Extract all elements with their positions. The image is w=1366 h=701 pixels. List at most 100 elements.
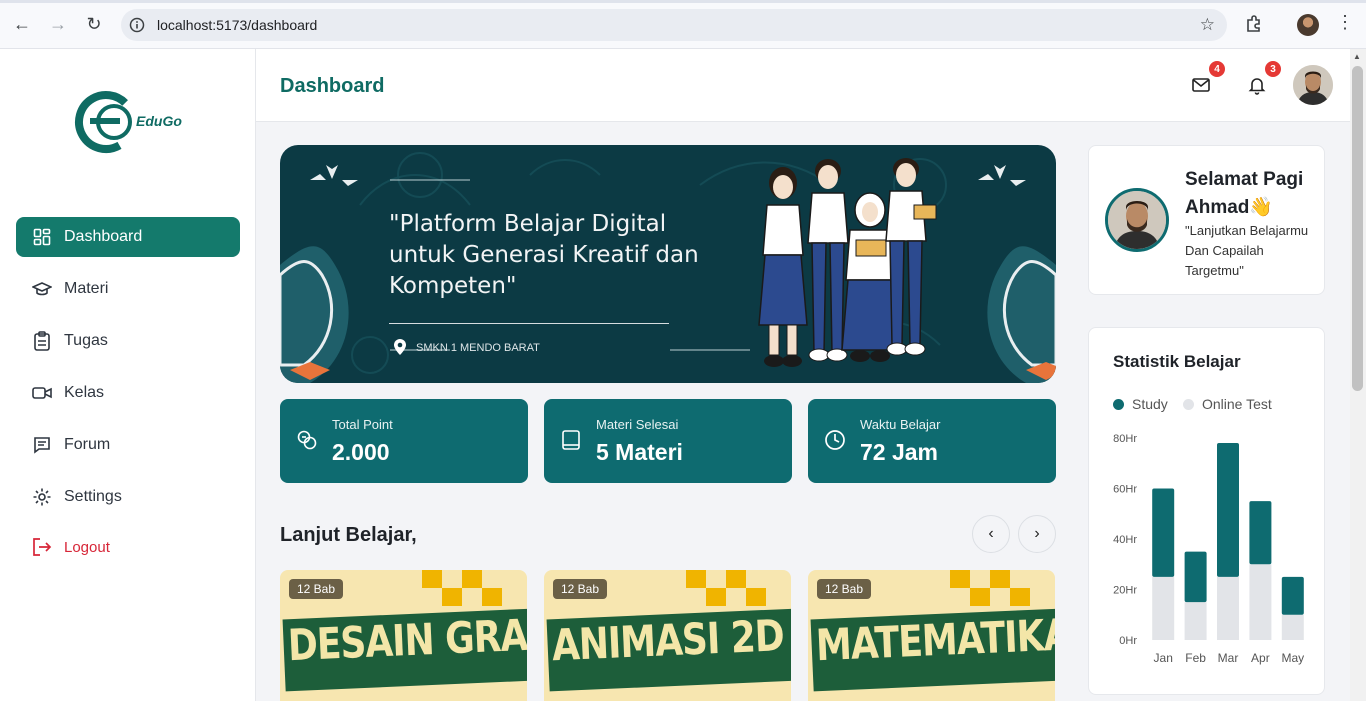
mail-badge: 4 <box>1209 61 1225 77</box>
banner-location: SMKN 1 MENDO BARAT <box>416 342 540 354</box>
address-bar[interactable]: localhost:5173/dashboard ☆ <box>121 9 1227 41</box>
book-icon <box>562 430 580 450</box>
back-icon[interactable]: ← <box>10 12 34 36</box>
browser-menu-icon[interactable]: ⋮ <box>1336 12 1354 33</box>
greeting-title: Selamat Pagi Ahmad👋 <box>1185 169 1304 218</box>
clock-icon <box>825 430 845 450</box>
sidebar-item-label: Tugas <box>64 332 108 349</box>
bar-online-test[interactable] <box>1281 614 1304 640</box>
gear-icon <box>32 487 52 507</box>
sidebar-item-label: Materi <box>64 280 109 297</box>
sidebar-item-tugas[interactable]: Tugas <box>16 321 240 361</box>
tab-strip <box>0 0 1366 3</box>
course-card[interactable]: ANIMASI 2D & 3D 12 Bab <box>544 570 791 701</box>
sidebar-item-label: Kelas <box>64 384 105 401</box>
sidebar-item-materi[interactable]: Materi <box>16 269 240 309</box>
prev-course-button[interactable]: ‹ <box>972 515 1010 553</box>
clipboard-icon <box>32 331 52 351</box>
stat-value: 5 Materi <box>596 439 683 465</box>
logout-label: Logout <box>64 538 110 556</box>
forward-icon[interactable]: → <box>46 12 70 36</box>
edugo-logo-icon <box>75 91 137 153</box>
grid-icon <box>32 227 52 247</box>
stat-label: Waktu Belajar <box>860 417 941 432</box>
y-tick-label: 80Hr <box>1113 433 1137 445</box>
user-avatar[interactable] <box>1293 65 1333 105</box>
sidebar-item-kelas[interactable]: Kelas <box>16 373 240 413</box>
bar-online-test[interactable] <box>1249 564 1272 640</box>
sidebar-item-dashboard[interactable]: Dashboard <box>16 217 240 257</box>
banner-quote: "Platform Belajar Digital untuk Generasi… <box>389 211 699 299</box>
graduation-cap-icon <box>32 279 52 299</box>
chapter-chip: 12 Bab <box>289 579 344 599</box>
bar-online-test[interactable] <box>1184 602 1207 640</box>
top-header: Dashboard 4 3 <box>256 49 1350 122</box>
stat-label: Total Point <box>332 417 393 432</box>
x-tick-label: Apr <box>1251 651 1270 665</box>
brand-logo[interactable]: EduGo <box>74 87 184 157</box>
bar-study[interactable] <box>1184 551 1207 603</box>
bar-study[interactable] <box>1281 576 1304 615</box>
hero-banner: "Platform Belajar Digital untuk Generasi… <box>280 145 1056 383</box>
bar-study[interactable] <box>1152 488 1175 577</box>
sidebar: EduGo Dashboard Materi Tugas Kelas Forum… <box>0 49 256 701</box>
reload-icon[interactable]: ↻ <box>82 12 106 36</box>
chat-icon <box>32 435 52 455</box>
stat-value: 2.000 <box>332 439 390 465</box>
scroll-up-icon[interactable]: ▲ <box>1353 52 1361 61</box>
logout-button[interactable]: Logout <box>16 527 240 567</box>
study-stats-card: Statistik Belajar Study Online Test 0Hr 2… <box>1088 327 1325 695</box>
stat-card-waktu-belajar: Waktu Belajar 72 Jam <box>808 399 1056 483</box>
sidebar-item-settings[interactable]: Settings <box>16 477 240 517</box>
course-title: MATEMATIKA <box>814 610 1055 672</box>
sidebar-item-label: Dashboard <box>64 228 143 245</box>
app: EduGo Dashboard Materi Tugas Kelas Forum… <box>0 49 1350 701</box>
browser-chrome: ← → ↻ localhost:5173/dashboard ☆ ⋮ <box>0 0 1366 49</box>
stat-card-total-point: Total Point 2.000 <box>280 399 528 483</box>
greeting-avatar <box>1105 188 1169 252</box>
x-tick-label: Jan <box>1154 651 1173 665</box>
x-tick-label: Mar <box>1218 651 1239 665</box>
info-icon[interactable] <box>129 17 145 33</box>
course-title: ANIMASI 2D & 3D <box>550 607 791 672</box>
students-illustration <box>758 158 937 367</box>
y-tick-label: 40Hr <box>1113 534 1137 546</box>
bookmark-star-icon[interactable]: ☆ <box>1200 15 1215 35</box>
mail-icon[interactable] <box>1191 75 1211 95</box>
url-text[interactable]: localhost:5173/dashboard <box>157 17 317 33</box>
sidebar-item-forum[interactable]: Forum <box>16 425 240 465</box>
banner-divider <box>389 323 669 324</box>
sidebar-item-label: Settings <box>64 488 122 505</box>
chapter-chip: 12 Bab <box>817 579 872 599</box>
stat-label: Materi Selesai <box>596 417 679 432</box>
scrollbar-thumb[interactable] <box>1352 66 1363 391</box>
browser-profile-avatar[interactable] <box>1297 14 1319 36</box>
stat-value: 72 Jam <box>860 439 939 465</box>
stat-card-materi-selesai: Materi Selesai 5 Materi <box>544 399 792 483</box>
sidebar-item-label: Forum <box>64 436 111 453</box>
bar-online-test[interactable] <box>1152 576 1175 640</box>
brand-name: EduGo <box>136 113 182 129</box>
extensions-icon[interactable] <box>1244 14 1264 34</box>
video-icon <box>32 383 52 403</box>
y-tick-label: 0Hr <box>1119 635 1137 647</box>
bar-online-test[interactable] <box>1217 576 1239 640</box>
chevron-left-icon: ‹ <box>988 525 994 542</box>
logout-icon <box>32 537 52 557</box>
location-pin-icon <box>394 339 406 355</box>
section-title: Lanjut Belajar, <box>280 524 417 546</box>
bell-icon[interactable] <box>1247 75 1267 95</box>
coins-icon <box>297 430 317 450</box>
bar-study[interactable] <box>1217 443 1239 577</box>
stacked-bar-chart: 0Hr 20Hr 40Hr 60Hr 80Hr Jan Feb Mar Apr May <box>1113 433 1304 665</box>
greeting-card: Selamat Pagi Ahmad👋 "Lanjutkan Belajarmu… <box>1088 145 1325 295</box>
course-card[interactable]: DESAIN GRAFIS 12 Bab <box>280 570 527 701</box>
course-card[interactable]: MATEMATIKA 12 Bab <box>808 570 1055 701</box>
next-course-button[interactable]: › <box>1018 515 1056 553</box>
bar-study[interactable] <box>1249 501 1272 565</box>
notification-badge: 3 <box>1265 61 1281 77</box>
chapter-chip: 12 Bab <box>553 579 608 599</box>
chevron-right-icon: › <box>1034 525 1040 542</box>
page-title: Dashboard <box>280 75 385 97</box>
greeting-quote: "Lanjutkan Belajarmu Dan Capailah Target… <box>1185 223 1309 278</box>
